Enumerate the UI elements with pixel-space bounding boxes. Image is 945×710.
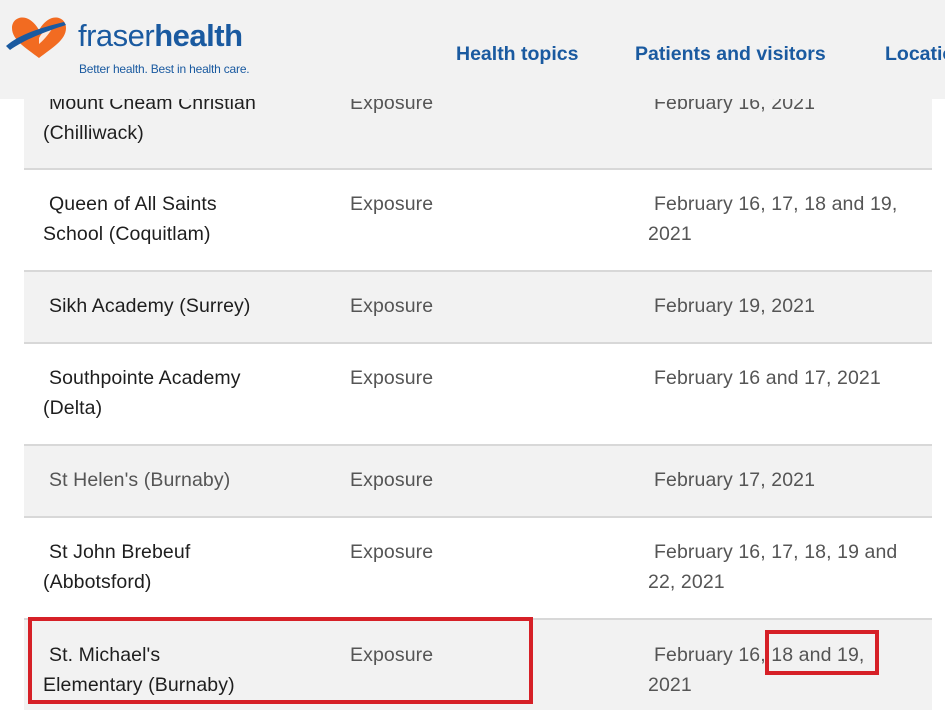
exposure-dates: February 16 and 17, 2021 bbox=[654, 367, 881, 389]
table-row: Southpointe Academy (Delta) Exposure Feb… bbox=[24, 344, 932, 446]
exposure-type: Exposure bbox=[350, 469, 434, 491]
exposure-dates: February 16, 17, 18 and 19, 2021 bbox=[648, 193, 898, 245]
nav-health-topics[interactable]: Health topics bbox=[456, 42, 578, 66]
nav-locations[interactable]: Locatio bbox=[885, 42, 945, 66]
logo-wordmark[interactable]: fraserhealth bbox=[78, 18, 243, 54]
table-row: St Helen's (Burnaby) Exposure February 1… bbox=[24, 446, 932, 518]
site-header: fraserhealth Better health. Best in heal… bbox=[0, 0, 945, 99]
exposure-dates: February 19, 2021 bbox=[654, 295, 816, 317]
table-row: Queen of All Saints School (Coquitlam) E… bbox=[24, 170, 932, 272]
dates-highlight-box bbox=[765, 630, 879, 675]
table-row: St John Brebeuf (Abbotsford) Exposure Fe… bbox=[24, 518, 932, 620]
table-row: Sikh Academy (Surrey) Exposure February … bbox=[24, 272, 932, 344]
school-name: Southpointe Academy (Delta) bbox=[43, 367, 241, 419]
exposure-type: Exposure bbox=[350, 295, 434, 317]
exposure-dates: February 17, 2021 bbox=[654, 469, 816, 491]
exposure-type: Exposure bbox=[350, 541, 434, 563]
exposure-type: Exposure bbox=[350, 367, 434, 389]
school-name: St John Brebeuf (Abbotsford) bbox=[43, 541, 191, 593]
school-name: Sikh Academy (Surrey) bbox=[49, 295, 251, 317]
exposure-dates: February 16, 17, 18, 19 and 22, 2021 bbox=[648, 541, 898, 593]
school-name: Queen of All Saints School (Coquitlam) bbox=[43, 193, 217, 245]
exposure-type: Exposure bbox=[350, 193, 434, 215]
logo-tagline: Better health. Best in health care. bbox=[79, 62, 250, 76]
school-highlight-box bbox=[28, 617, 533, 704]
school-name: St Helen's (Burnaby) bbox=[49, 469, 231, 491]
heart-logo-icon[interactable] bbox=[6, 14, 72, 60]
nav-patients-and-visitors[interactable]: Patients and visitors bbox=[635, 42, 826, 66]
